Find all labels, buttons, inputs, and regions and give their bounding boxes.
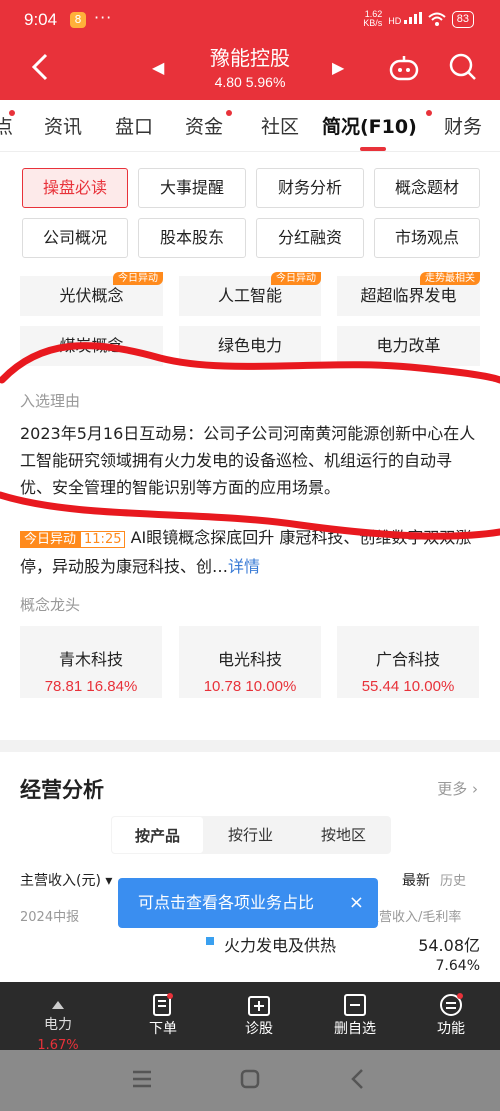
- legend-swatch: [206, 937, 214, 945]
- button-major-events[interactable]: 大事提醒: [138, 168, 246, 208]
- concept-chip[interactable]: 超超临界发电 走势最相关: [337, 272, 480, 316]
- leader-card[interactable]: 电光科技 10.78 10.00%: [179, 626, 321, 698]
- tab-orderbook[interactable]: 盘口: [115, 112, 153, 139]
- segment-by-region[interactable]: 按地区: [297, 816, 390, 854]
- concept-chip[interactable]: 人工智能 今日异动: [179, 272, 321, 316]
- stock-name: 豫能控股: [210, 46, 290, 70]
- diagnose-icon: [219, 992, 299, 1018]
- concept-tag: 走势最相关: [420, 272, 480, 285]
- leader-value: 78.81 16.84%: [44, 678, 138, 695]
- active-tab-indicator: [360, 147, 386, 151]
- recent-apps-icon[interactable]: [132, 1070, 152, 1088]
- leader-card[interactable]: 青木科技 78.81 16.84%: [20, 626, 162, 698]
- red-annotation-scribble: [0, 342, 500, 540]
- header: 9:04 8 ··· 1.62 KB/s HD 83 ◀ 豫能控股 4.80 5…: [0, 0, 500, 100]
- tab-partial[interactable]: 点: [0, 112, 13, 139]
- business-analysis-panel: 经营分析 更多 › 按产品 按行业 按地区 主营收入(元) ▾ 最新 历史 20…: [0, 752, 500, 982]
- remove-icon: [315, 992, 395, 1018]
- tab-news[interactable]: 资讯: [44, 112, 82, 139]
- concept-tag: 今日异动: [113, 272, 163, 285]
- tab-funds[interactable]: 资金: [185, 112, 223, 139]
- status-time: 9:04: [24, 10, 58, 29]
- tab-f10[interactable]: 简况(F10): [322, 112, 417, 139]
- business-title: 经营分析: [20, 778, 104, 802]
- segment-control: 按产品 按行业 按地区: [111, 816, 391, 854]
- tooltip-text: 可点击查看各项业务占比: [138, 893, 315, 912]
- tab-unread-dot: [9, 110, 15, 116]
- order-icon: [123, 992, 203, 1018]
- revenue-dropdown[interactable]: 主营收入(元) ▾: [20, 870, 112, 890]
- more-link[interactable]: 更多 ›: [437, 778, 478, 799]
- sector-button[interactable]: 电力 1.67%: [18, 992, 98, 1053]
- net-speed: 1.62 KB/s: [363, 9, 383, 28]
- column-header: 主营收入/毛利率: [366, 910, 462, 925]
- tab-unread-dot: [426, 110, 432, 116]
- button-shareholders[interactable]: 股本股东: [138, 218, 246, 258]
- home-icon[interactable]: [240, 1069, 260, 1089]
- hint-tooltip[interactable]: 可点击查看各项业务占比 ×: [118, 878, 378, 928]
- close-icon[interactable]: ×: [349, 878, 364, 928]
- button-trading-must-read[interactable]: 操盘必读: [22, 168, 128, 208]
- functions-button[interactable]: 功能: [411, 992, 491, 1038]
- tab-community[interactable]: 社区: [261, 112, 299, 139]
- button-concept-themes[interactable]: 概念题材: [374, 168, 480, 208]
- section-tabs: 点 资讯 盘口 资金 社区 简况(F10) 财务: [0, 100, 500, 152]
- leader-name: 青木科技: [58, 650, 123, 669]
- more-notifications-icon: ···: [94, 8, 113, 27]
- bottom-action-bar: 电力 1.67% 下单 诊股 删自选 功能: [0, 982, 500, 1053]
- search-icon[interactable]: [448, 52, 478, 82]
- back-nav-icon[interactable]: [350, 1068, 364, 1090]
- button-company-overview[interactable]: 公司概况: [22, 218, 128, 258]
- concept-chip[interactable]: 光伏概念 今日异动: [20, 272, 163, 316]
- place-order-button[interactable]: 下单: [123, 992, 203, 1038]
- tab-finance[interactable]: 财务: [444, 112, 482, 139]
- button-financial-analysis[interactable]: 财务分析: [256, 168, 364, 208]
- tab-unread-dot: [226, 110, 232, 116]
- segment-by-product[interactable]: 按产品: [111, 816, 204, 854]
- business-item-value: 54.08亿: [418, 936, 480, 955]
- latest-toggle[interactable]: 最新: [402, 870, 430, 890]
- next-stock-icon[interactable]: ▶: [332, 58, 344, 77]
- diagnose-button[interactable]: 诊股: [219, 992, 299, 1038]
- concept-tag: 今日异动: [271, 272, 321, 285]
- status-indicators: 1.62 KB/s HD 83: [363, 10, 474, 28]
- business-item-name: 火力发电及供热: [224, 936, 337, 955]
- leader-value: 10.78 10.00%: [203, 678, 297, 695]
- remove-watchlist-button[interactable]: 删自选: [315, 992, 395, 1038]
- business-item-margin: 7.64%: [435, 958, 480, 974]
- button-dividends-financing[interactable]: 分红融资: [256, 218, 364, 258]
- leader-value: 55.44 10.00%: [361, 678, 455, 695]
- system-navigation-bar: [0, 1050, 500, 1111]
- leader-name: 电光科技: [217, 650, 282, 669]
- robot-assistant-icon[interactable]: [388, 54, 420, 84]
- history-toggle[interactable]: 历史: [440, 870, 466, 889]
- leader-name: 广合科技: [375, 650, 440, 669]
- period-label: 2024中报: [20, 910, 80, 925]
- functions-icon: [411, 992, 491, 1018]
- segment-by-industry[interactable]: 按行业: [204, 816, 297, 854]
- stock-price: 4.80 5.96%: [214, 74, 286, 90]
- battery-icon: 83: [451, 10, 474, 28]
- leaders-label: 概念龙头: [20, 596, 81, 614]
- app-notification-icon: 8: [70, 12, 86, 28]
- leader-card[interactable]: 广合科技 55.44 10.00%: [337, 626, 479, 698]
- status-bar: 9:04 8 ··· 1.62 KB/s HD 83: [0, 0, 500, 40]
- button-market-views[interactable]: 市场观点: [374, 218, 480, 258]
- signal-icon: HD: [388, 12, 422, 26]
- wifi-icon: [428, 12, 446, 26]
